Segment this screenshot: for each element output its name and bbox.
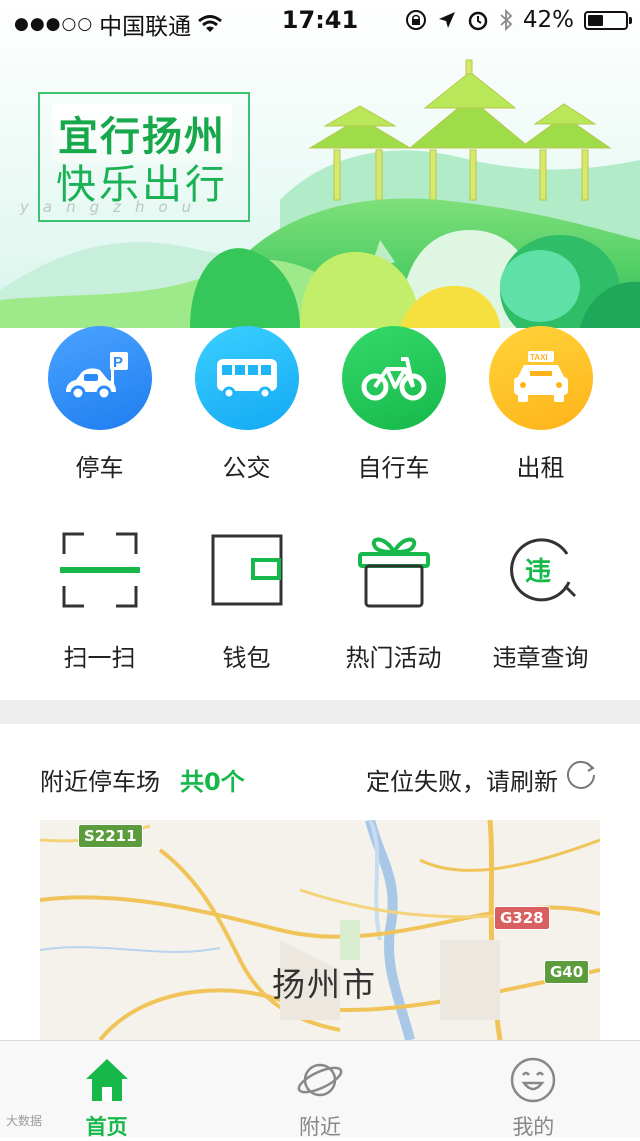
tab-mine[interactable]: 我的 bbox=[427, 1041, 640, 1139]
tool-label: 钱包 bbox=[222, 644, 271, 672]
map-view[interactable]: S2211 G328 G40 扬州市 bbox=[40, 820, 600, 1040]
refresh-icon[interactable] bbox=[564, 758, 598, 792]
service-bicycle[interactable]: 自行车 bbox=[320, 326, 467, 483]
home-icon bbox=[85, 1059, 128, 1101]
tools-grid: 扫一扫 钱包 热门活动 违 违章查询 bbox=[26, 530, 640, 673]
banner[interactable]: 宜行扬州 快乐出行 yangzhou bbox=[0, 0, 640, 328]
tool-label: 热门活动 bbox=[345, 644, 442, 672]
battery-level bbox=[588, 14, 603, 26]
service-label: 自行车 bbox=[357, 454, 430, 482]
service-label: 公交 bbox=[222, 454, 271, 482]
bus-icon bbox=[194, 326, 299, 430]
service-parking[interactable]: P 停车 bbox=[26, 326, 173, 483]
bicycle-icon bbox=[341, 326, 446, 430]
tool-violation[interactable]: 违 违章查询 bbox=[467, 530, 614, 673]
nearby-count: 共0个 bbox=[180, 768, 245, 796]
road-shield-g328: G328 bbox=[494, 906, 550, 930]
wallet-icon bbox=[207, 530, 287, 610]
alarm-icon bbox=[468, 11, 488, 31]
bluetooth-icon bbox=[500, 9, 513, 31]
road-shield-g40: G40 bbox=[544, 960, 590, 984]
watermark: 大数据 bbox=[6, 1114, 43, 1128]
gift-icon bbox=[354, 530, 434, 610]
svg-text:P: P bbox=[113, 354, 123, 371]
section-divider bbox=[0, 700, 640, 724]
service-label: 停车 bbox=[75, 454, 124, 482]
service-label: 出租 bbox=[516, 454, 565, 482]
violation-badge: 违 bbox=[525, 557, 551, 587]
taxi-icon: TAXI bbox=[488, 326, 593, 430]
battery-icon bbox=[584, 10, 632, 30]
battery-percent: 42% bbox=[522, 7, 574, 33]
tool-label: 违章查询 bbox=[492, 644, 589, 672]
smiley-icon bbox=[511, 1057, 556, 1103]
car-parking-icon: P bbox=[47, 326, 152, 430]
tool-wallet[interactable]: 钱包 bbox=[173, 530, 320, 673]
nearby-title: 附近停车场 bbox=[40, 768, 160, 796]
status-bar: ●●●○○ 中国联通 17:41 42% bbox=[0, 0, 640, 40]
tool-events[interactable]: 热门活动 bbox=[320, 530, 467, 673]
nearby-parking-header: 附近停车场 共0个 定位失败，请刷新 bbox=[0, 724, 640, 820]
tool-label: 扫一扫 bbox=[63, 644, 136, 672]
tab-label: 附近 bbox=[298, 1115, 341, 1139]
service-taxi[interactable]: TAXI 出租 bbox=[467, 326, 614, 483]
planet-icon bbox=[297, 1063, 343, 1097]
scan-icon bbox=[59, 530, 140, 610]
tool-scan[interactable]: 扫一扫 bbox=[26, 530, 173, 673]
tab-nearby[interactable]: 附近 bbox=[213, 1041, 426, 1139]
taxi-sign: TAXI bbox=[530, 353, 548, 362]
location-arrow-icon bbox=[438, 12, 455, 28]
service-grid: P 停车 公交 自行车 TAXI 出租 bbox=[26, 326, 640, 483]
map-city-label: 扬州市 bbox=[272, 965, 377, 1004]
rotation-lock-icon bbox=[405, 10, 426, 30]
tab-bar: 首页 附近 我的 bbox=[0, 1040, 640, 1139]
map-roads bbox=[40, 820, 600, 1040]
tab-label: 我的 bbox=[512, 1115, 555, 1139]
road-shield-s2211: S2211 bbox=[78, 824, 143, 848]
location-status[interactable]: 定位失败，请刷新 bbox=[366, 762, 558, 797]
slogan-pinyin: yangzhou bbox=[20, 198, 206, 216]
service-bus[interactable]: 公交 bbox=[173, 326, 320, 483]
violation-search-icon: 违 bbox=[501, 530, 581, 610]
